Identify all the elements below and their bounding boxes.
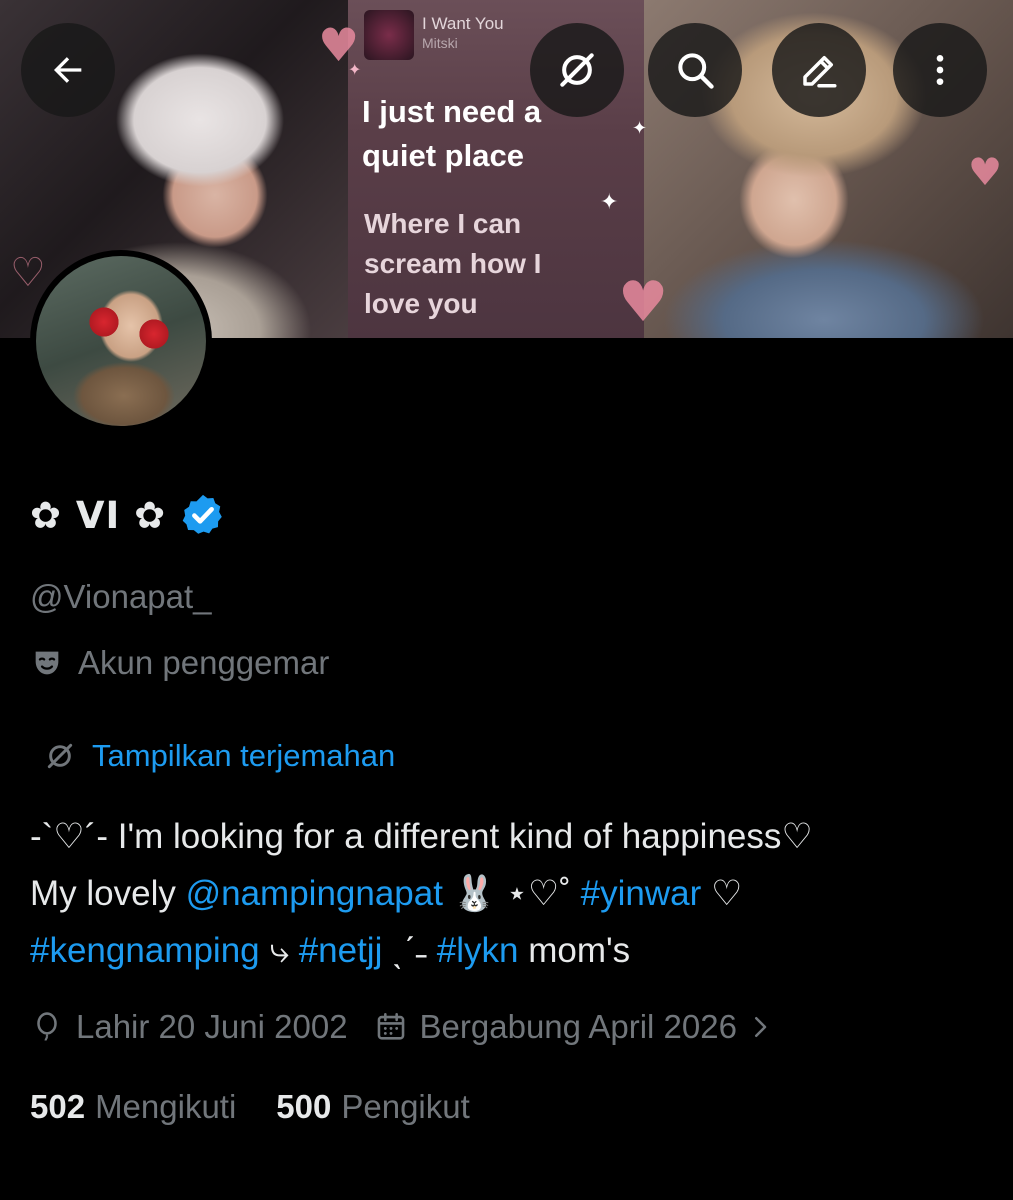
lyric-line: Where I can [364,208,522,239]
song-artist: Mitski [422,35,458,51]
following-count: 502 [30,1088,86,1125]
show-translation-link[interactable]: Tampilkan terjemahan [44,738,395,774]
hashtag-link[interactable]: #yinwar [581,874,702,913]
lyric-line: I just need a [362,94,542,129]
hashtag-link[interactable]: #kengnamping [30,931,260,970]
bio-text: 🐰 ⋆♡˚ [442,874,581,913]
bio-line: My lovely @nampingnapat 🐰 ⋆♡˚ #yinwar ♡ [30,865,990,922]
avatar[interactable] [30,250,212,432]
bio-text: My lovely [30,874,186,913]
followers-stat[interactable]: 500 Pengikut [276,1088,470,1126]
profile-bio: -`♡´- I'm looking for a different kind o… [30,808,990,979]
lyric-line: quiet place [362,138,524,173]
balloon-icon [37,1012,57,1041]
account-type-text: Akun penggemar [78,644,330,681]
theater-mask-icon [35,651,59,675]
display-name: ✿ VI ✿ [30,493,167,537]
show-translation-text: Tampilkan terjemahan [92,738,396,773]
heart-sticker-icon: ♥ [618,270,669,335]
hashtag-link[interactable]: #lykn [437,931,519,970]
translate-button[interactable] [530,23,624,117]
username-handle: @Vionapat_ [30,578,212,615]
avatar-image [36,256,206,426]
joined-item[interactable]: Bergabung April 2026 [374,1008,775,1046]
bio-text: ⤷ [259,931,299,970]
translate-icon [560,53,594,87]
joined-text: Bergabung April 2026 [419,1008,737,1045]
followers-count: 500 [276,1088,332,1125]
following-label: Mengikuti [95,1088,237,1125]
profile-meta: Lahir 20 Juni 2002 Bergabung April 2026 [30,1008,801,1046]
sparkle-icon: ✦ [348,60,362,79]
following-stat[interactable]: 502 Mengikuti [30,1088,236,1126]
album-art [364,10,414,60]
verified-badge-icon[interactable] [180,492,226,538]
more-options-button[interactable] [893,23,987,117]
bio-line: -`♡´- I'm looking for a different kind o… [30,808,990,865]
translate-icon [47,743,73,769]
display-name-row: ✿ VI ✿ [30,490,226,540]
song-title: I Want You [422,14,504,33]
heart-sticker-icon: ♡ [10,250,46,296]
bio-line: #kengnamping ⤷ #netjj ˎˊ˗ #lykn mom's [30,922,990,979]
back-arrow-icon [54,57,82,83]
search-button[interactable] [648,23,742,117]
edit-icon [803,56,837,88]
birthday-item: Lahir 20 Juni 2002 [30,1008,348,1046]
more-vertical-icon [936,55,944,85]
follow-stats: 502 Mengikuti 500 Pengikut [30,1088,510,1126]
account-type-label[interactable]: Akun penggemar [30,644,329,682]
mention-link[interactable]: @nampingnapat [186,874,443,913]
bio-text: mom's [518,931,631,970]
bio-text: ˎˊ˗ [382,931,437,970]
back-button[interactable] [21,23,115,117]
bio-text: -`♡´- I'm looking for a different kind o… [30,817,813,856]
chevron-right-icon [754,1017,767,1037]
hashtag-link[interactable]: #netjj [299,931,383,970]
edit-profile-button[interactable] [772,23,866,117]
calendar-icon [377,1012,404,1040]
lyric-line: love you [364,288,478,319]
followers-label: Pengikut [341,1088,470,1125]
sparkle-icon: ✦ [632,118,648,139]
lyric-line: scream how I [364,248,542,279]
heart-sticker-icon: ♥ [968,150,1003,194]
sparkle-icon: ✦ [600,190,619,215]
birthday-text: Lahir 20 Juni 2002 [76,1008,348,1045]
bio-text: ♡ [701,874,743,913]
search-icon [678,53,714,89]
